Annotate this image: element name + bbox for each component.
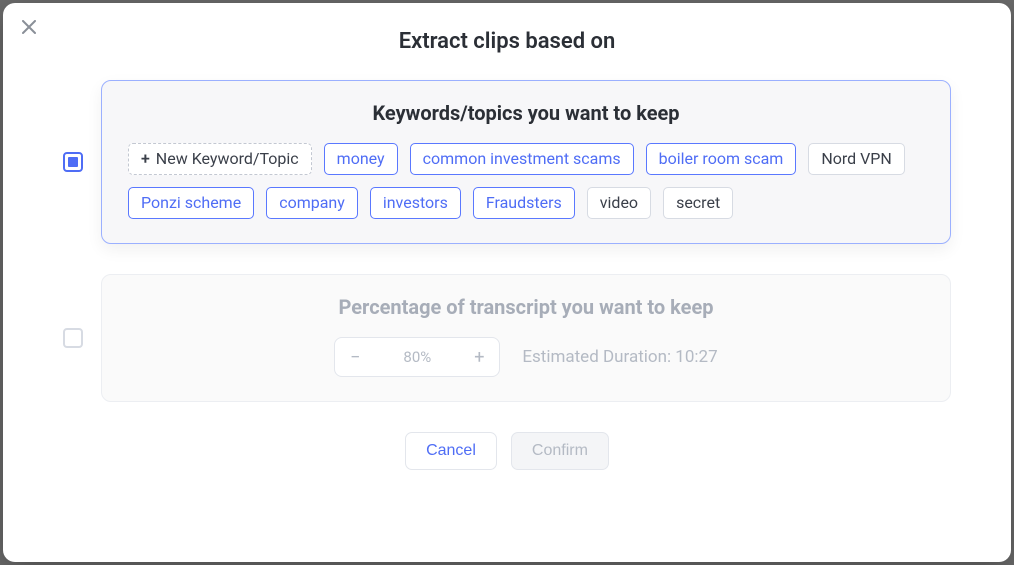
keyword-tag[interactable]: Ponzi scheme [128, 187, 254, 219]
percentage-card-title: Percentage of transcript you want to kee… [128, 295, 924, 319]
add-keyword-button[interactable]: + New Keyword/Topic [128, 143, 312, 175]
modal-title: Extract clips based on [3, 29, 1011, 54]
keywords-tags: + New Keyword/Topic money common investme… [128, 143, 924, 219]
modal-footer: Cancel Confirm [63, 432, 951, 470]
plus-icon: + [141, 151, 150, 167]
percentage-stepper: − 80% + [334, 337, 500, 377]
keyword-tag[interactable]: company [266, 187, 358, 219]
keyword-tag[interactable]: boiler room scam [646, 143, 797, 175]
estimated-duration: Estimated Duration: 10:27 [522, 347, 717, 367]
keywords-card: Keywords/topics you want to keep + New K… [101, 80, 951, 244]
keyword-tag[interactable]: investors [370, 187, 461, 219]
add-keyword-label: New Keyword/Topic [156, 151, 299, 167]
keywords-card-title: Keywords/topics you want to keep [128, 101, 924, 125]
percentage-controls: − 80% + Estimated Duration: 10:27 [128, 337, 924, 377]
keywords-row: Keywords/topics you want to keep + New K… [63, 80, 951, 244]
cancel-button[interactable]: Cancel [405, 432, 497, 470]
keywords-checkbox[interactable] [63, 152, 83, 172]
close-icon [22, 20, 36, 34]
confirm-button[interactable]: Confirm [511, 432, 609, 470]
extract-clips-modal: Extract clips based on Keywords/topics y… [3, 3, 1011, 562]
checkbox-indicator [68, 157, 78, 167]
percentage-card: Percentage of transcript you want to kee… [101, 274, 951, 402]
keyword-tag[interactable]: common investment scams [410, 143, 634, 175]
keyword-tag[interactable]: money [324, 143, 398, 175]
percentage-checkbox[interactable] [63, 328, 83, 348]
stepper-value: 80% [375, 348, 459, 366]
stepper-decrement[interactable]: − [335, 337, 375, 377]
keyword-tag[interactable]: Fraudsters [473, 187, 575, 219]
keyword-tag[interactable]: video [587, 187, 651, 219]
modal-content: Keywords/topics you want to keep + New K… [3, 80, 1011, 470]
keyword-tag[interactable]: secret [663, 187, 733, 219]
close-button[interactable] [19, 17, 39, 37]
stepper-increment[interactable]: + [459, 337, 499, 377]
keyword-tag[interactable]: Nord VPN [808, 143, 905, 175]
percentage-row: Percentage of transcript you want to kee… [63, 274, 951, 402]
